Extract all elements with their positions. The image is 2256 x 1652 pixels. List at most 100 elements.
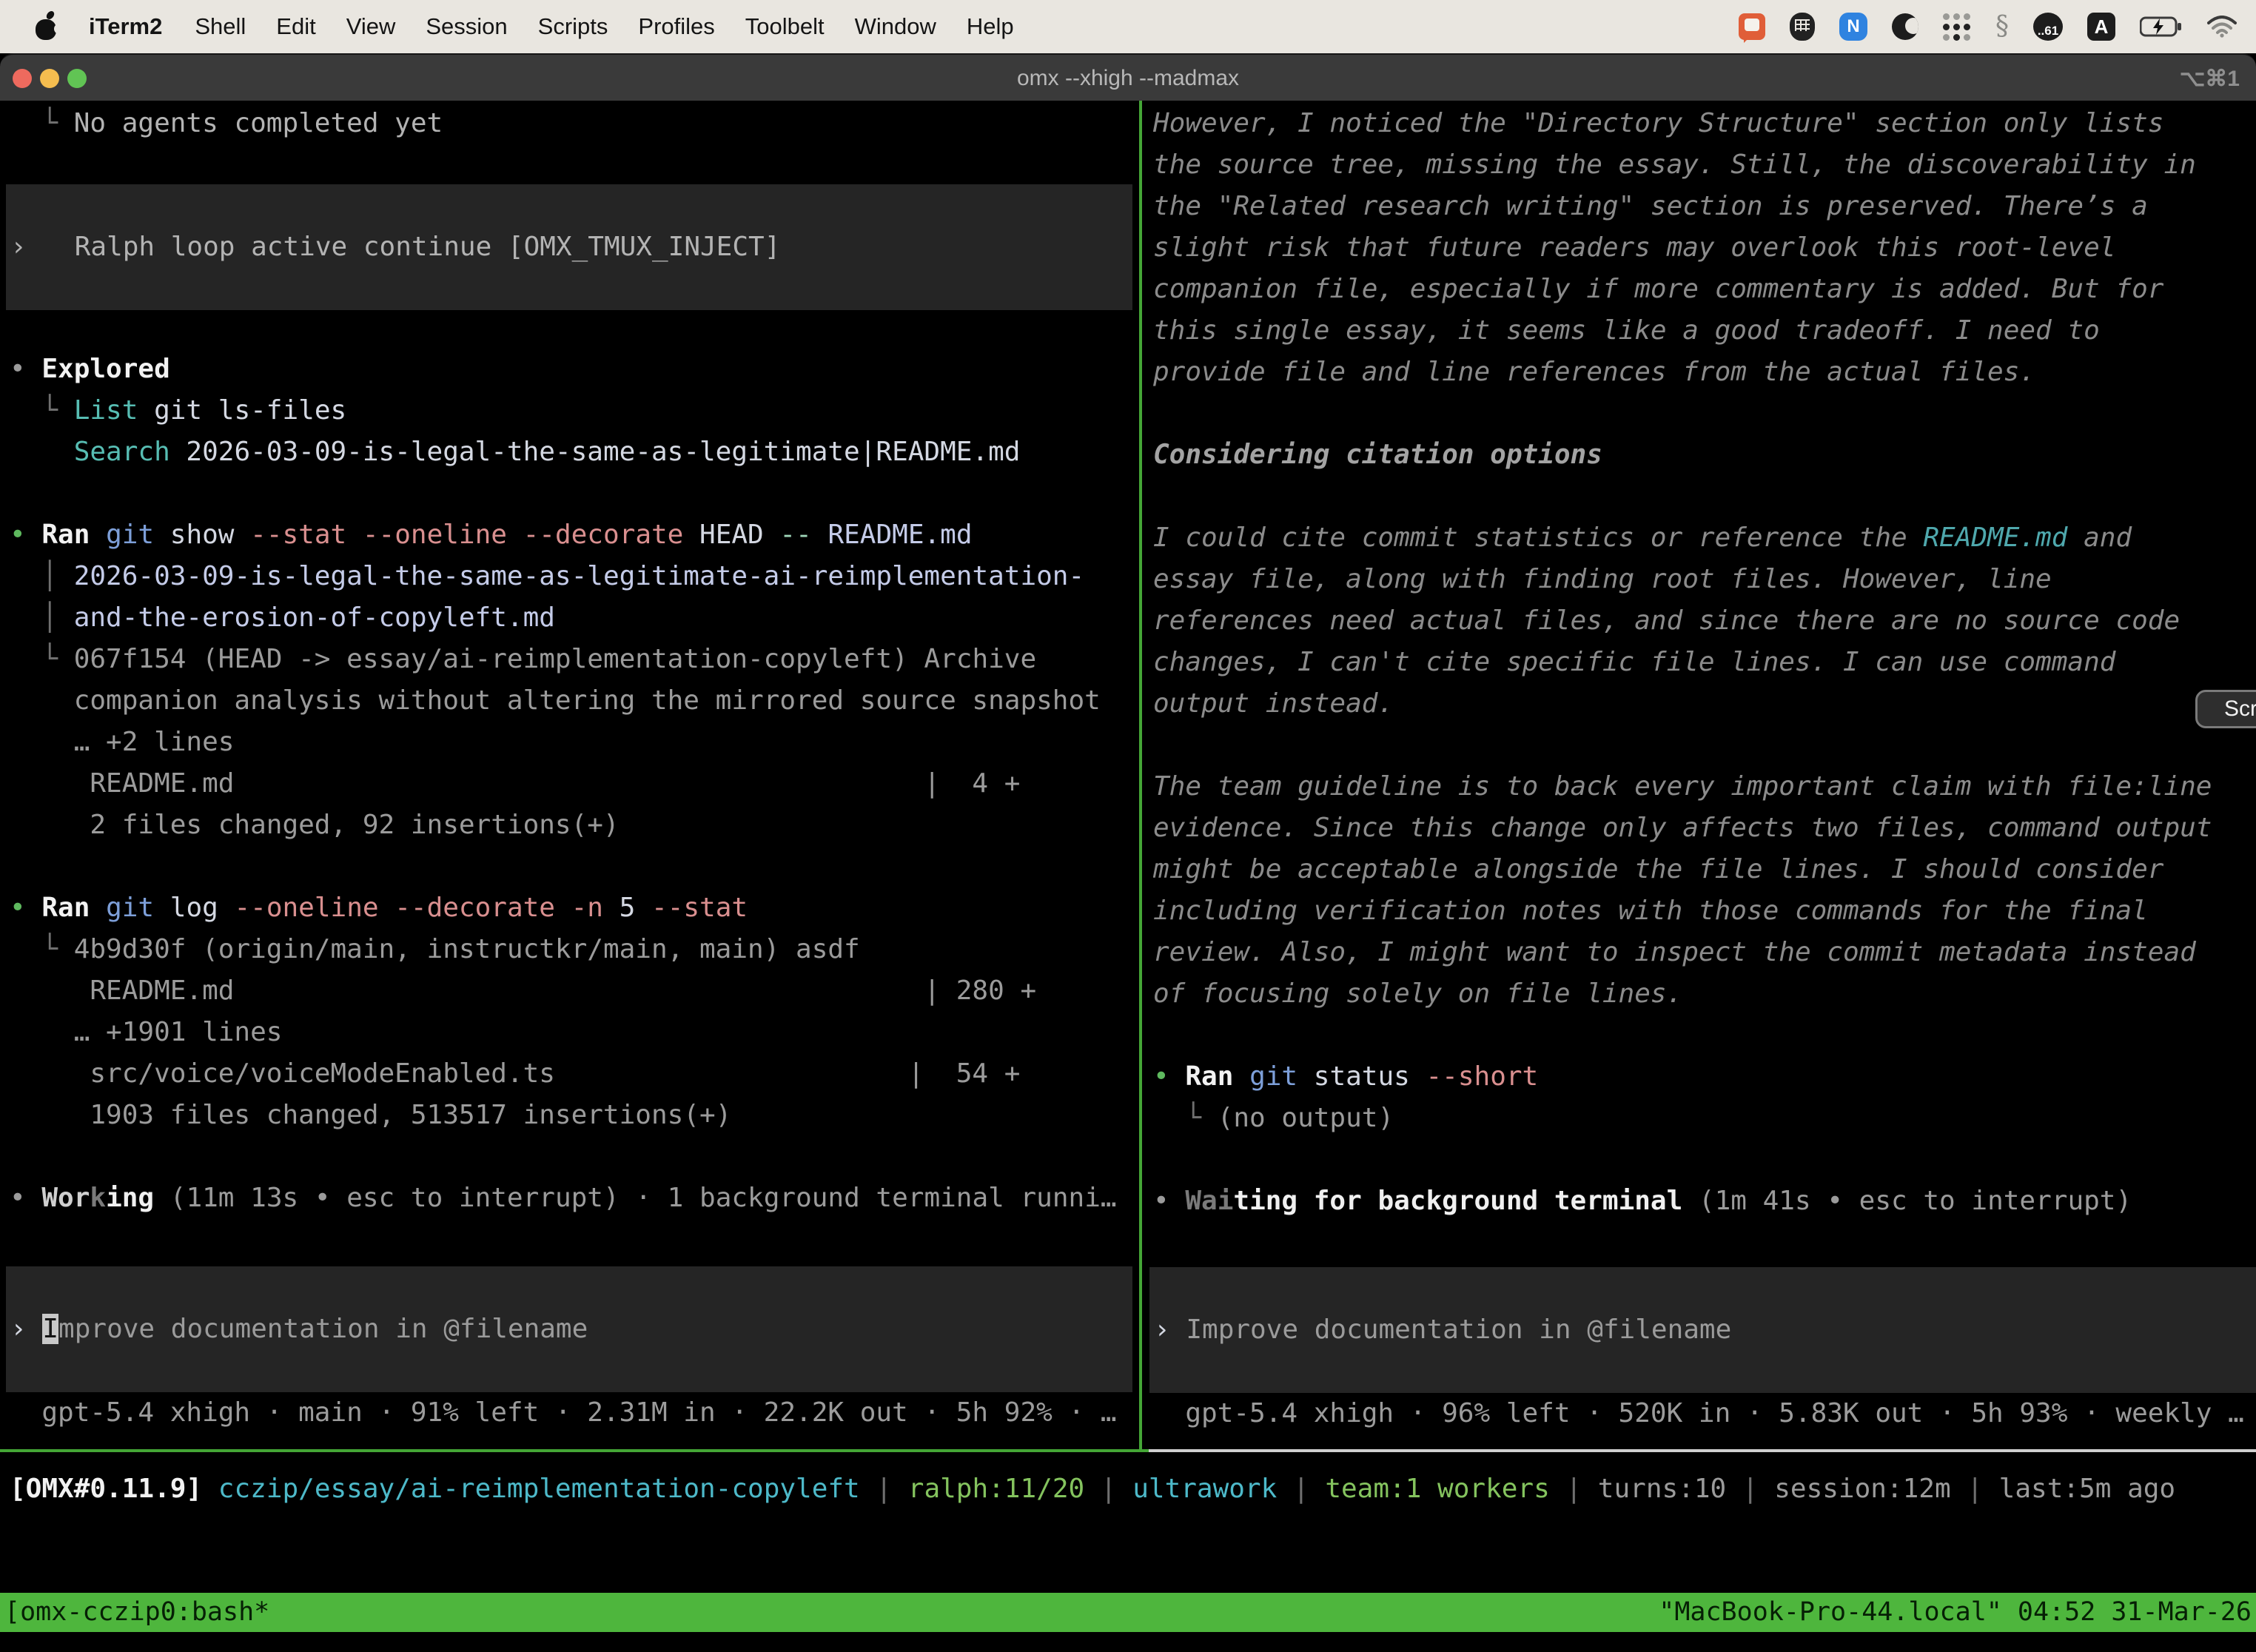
- menu-toolbelt[interactable]: Toolbelt: [745, 13, 825, 40]
- terminal-line: companion analysis without altering the …: [10, 680, 1136, 722]
- terminal-line: • Ran git show --stat --oneline --decora…: [10, 514, 1136, 556]
- terminal-line: gpt-5.4 xhigh · main · 91% left · 2.31M …: [10, 1392, 1136, 1434]
- terminal-line: However, I noticed the "Directory Struct…: [1153, 103, 2256, 144]
- terminal-line: output instead.: [1153, 683, 2256, 725]
- terminal-line: README.md | 280 +: [10, 970, 1136, 1012]
- terminal-line: review. Also, I might want to inspect th…: [1153, 932, 2256, 973]
- window-shortcut-hint: ⌥⌘1: [2180, 55, 2240, 102]
- terminal-line: └ No agents completed yet: [10, 103, 1136, 144]
- terminal-line: including verification notes with those …: [1153, 890, 2256, 932]
- terminal-line: README.md | 4 +: [10, 763, 1136, 805]
- terminal-line: [1153, 393, 2256, 434]
- terminal-line: Search 2026-03-09-is-legal-the-same-as-l…: [10, 432, 1136, 473]
- terminal-line: • Explored: [10, 349, 1136, 390]
- app-menus: iTerm2 Shell Edit View Session Scripts Profile…: [89, 13, 1044, 40]
- prompt-input-right[interactable]: › Improve documentation in @filename: [1149, 1267, 2256, 1393]
- menu-bar-status-icons: N § ..61 A: [1739, 13, 2256, 41]
- terminal-line: slight risk that future readers may over…: [1153, 227, 2256, 269]
- screen-share-overlay-button[interactable]: Scre: [2195, 690, 2256, 728]
- shield-grid-icon[interactable]: [1790, 13, 1815, 41]
- window-title-bar: omx --xhigh --madmax ⌥⌘1: [0, 53, 2256, 102]
- terminal-line: [1153, 1139, 2256, 1181]
- screen: { "menu_bar": { "items": ["iTerm2", "She…: [0, 0, 2256, 1652]
- tmux-pane-left[interactable]: └ No agents completed yet › Ralph loop a…: [10, 103, 1136, 1434]
- terminal-line: provide file and line references from th…: [1153, 352, 2256, 393]
- terminal-line: The team guideline is to back every impo…: [1153, 766, 2256, 807]
- terminal-line: Considering citation options: [1153, 434, 2256, 476]
- terminal-line: │ 2026-03-09-is-legal-the-same-as-legiti…: [10, 556, 1136, 597]
- wifi-icon[interactable]: [2207, 16, 2237, 38]
- terminal-line: companion file, especially if more comme…: [1153, 269, 2256, 310]
- terminal-line: references need actual files, and since …: [1153, 600, 2256, 642]
- menu-window[interactable]: Window: [855, 13, 936, 40]
- terminal-line: • Ran git status --short: [1153, 1056, 2256, 1098]
- pane-divider-vertical[interactable]: [1139, 101, 1142, 1449]
- terminal-line: › Improve documentation in @filename: [10, 1309, 588, 1350]
- dots-grid-icon[interactable]: [1943, 13, 1971, 41]
- agent-log-left-top: └ No agents completed yet: [10, 103, 1136, 144]
- pane-border-bottom-active: [0, 1449, 1149, 1452]
- squiggle-icon[interactable]: §: [1995, 13, 2009, 40]
- terminal-line: I could cite commit statistics or refere…: [1153, 517, 2256, 559]
- terminal-line: [10, 473, 1136, 514]
- terminal-line: └ 067f154 (HEAD -> essay/ai-reimplementa…: [10, 639, 1136, 680]
- terminal-line: of focusing solely on file lines.: [1153, 973, 2256, 1015]
- menu-shell[interactable]: Shell: [195, 13, 246, 40]
- letter-a-icon[interactable]: A: [2087, 13, 2115, 41]
- prompt-input-left[interactable]: › Improve documentation in @filename: [6, 1266, 1132, 1392]
- battery-charging-icon[interactable]: [2140, 16, 2183, 38]
- terminal-line: src/voice/voiceModeEnabled.ts | 54 +: [10, 1053, 1136, 1095]
- terminal-line: [10, 1136, 1136, 1178]
- terminal-line: might be acceptable alongside the file l…: [1153, 849, 2256, 890]
- menu-profiles[interactable]: Profiles: [638, 13, 714, 40]
- tmux-session-label: [omx-cczip0:bash*: [0, 1593, 269, 1632]
- terminal-line: essay file, along with finding root file…: [1153, 559, 2256, 600]
- agent-log-left: • Explored └ List git ls-files Search 20…: [10, 349, 1136, 1219]
- pane-border-bottom-inactive: [1149, 1449, 2256, 1452]
- menu-help[interactable]: Help: [967, 13, 1014, 40]
- blue-app-icon[interactable]: N: [1839, 13, 1867, 41]
- terminal-line: 1903 files changed, 513517 insertions(+): [10, 1095, 1136, 1136]
- macos-menu-bar: iTerm2 Shell Edit View Session Scripts Profile…: [0, 0, 2256, 53]
- window-title: omx --xhigh --madmax: [0, 55, 2256, 102]
- terminal-content: └ No agents completed yet › Ralph loop a…: [0, 101, 2256, 1652]
- terminal-line: [1153, 1015, 2256, 1056]
- terminal-line: the source tree, missing the essay. Stil…: [1153, 144, 2256, 186]
- omx-status-line: [OMX#0.11.9] cczip/essay/ai-reimplementa…: [10, 1468, 2175, 1510]
- terminal-line: › Ralph loop active continue [OMX_TMUX_I…: [10, 226, 780, 268]
- session-status-left: gpt-5.4 xhigh · main · 91% left · 2.31M …: [10, 1392, 1136, 1434]
- terminal-line: the "Related research writing" section i…: [1153, 186, 2256, 227]
- terminal-line: … +2 lines: [10, 722, 1136, 763]
- menu-edit[interactable]: Edit: [276, 13, 315, 40]
- terminal-line: └ List git ls-files: [10, 390, 1136, 432]
- menu-view[interactable]: View: [346, 13, 396, 40]
- menu-scripts[interactable]: Scripts: [538, 13, 608, 40]
- terminal-line: [10, 846, 1136, 887]
- terminal-line: └ 4b9d30f (origin/main, instructkr/main,…: [10, 929, 1136, 970]
- moon-circle-icon[interactable]: [1892, 13, 1918, 40]
- terminal-line: … +1901 lines: [10, 1012, 1136, 1053]
- tmux-pane-right[interactable]: However, I noticed the "Directory Struct…: [1153, 103, 2256, 1434]
- terminal-line: 2 files changed, 92 insertions(+): [10, 805, 1136, 846]
- badge-61-icon[interactable]: ..61: [2033, 13, 2063, 41]
- menu-iterm2[interactable]: iTerm2: [89, 13, 162, 40]
- terminal-line: • Ran git log --oneline --decorate -n 5 …: [10, 887, 1136, 929]
- terminal-line: [1153, 725, 2256, 766]
- agent-log-right: However, I noticed the "Directory Struct…: [1153, 103, 2256, 1222]
- terminal-line: evidence. Since this change only affects…: [1153, 807, 2256, 849]
- terminal-line: changes, I can't cite specific file line…: [1153, 642, 2256, 683]
- session-status-right: gpt-5.4 xhigh · 96% left · 520K in · 5.8…: [1153, 1393, 2256, 1434]
- terminal-line: │ and-the-erosion-of-copyleft.md: [10, 597, 1136, 639]
- terminal-line: └ (no output): [1153, 1098, 2256, 1139]
- tmux-host-clock: "MacBook-Pro-44.local" 04:52 31-Mar-26: [1659, 1593, 2256, 1632]
- apple-menu-icon[interactable]: [34, 12, 59, 41]
- terminal-line: gpt-5.4 xhigh · 96% left · 520K in · 5.8…: [1153, 1393, 2256, 1434]
- inject-notice-box: › Ralph loop active continue [OMX_TMUX_I…: [6, 184, 1132, 310]
- terminal-line: • Working (11m 13s • esc to interrupt) ·…: [10, 1178, 1136, 1219]
- menu-session[interactable]: Session: [426, 13, 507, 40]
- terminal-line: [OMX#0.11.9] cczip/essay/ai-reimplementa…: [10, 1468, 2175, 1510]
- tmux-status-bar: [omx-cczip0:bash* "MacBook-Pro-44.local"…: [0, 1593, 2256, 1632]
- terminal-line: [1153, 476, 2256, 517]
- chat-bubble-icon[interactable]: [1739, 13, 1765, 40]
- terminal-line: • Waiting for background terminal (1m 41…: [1153, 1181, 2256, 1222]
